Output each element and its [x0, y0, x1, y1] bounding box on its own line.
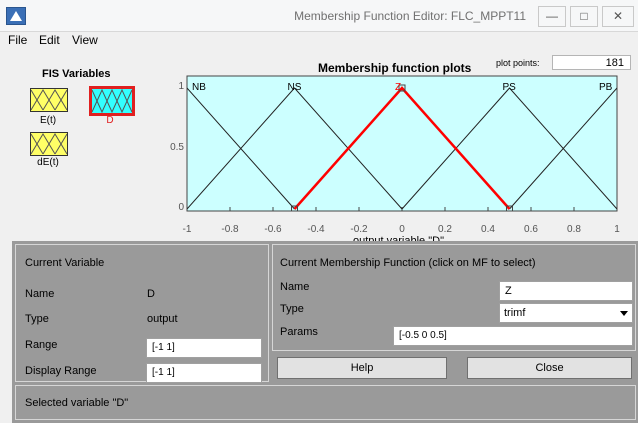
display-range-input[interactable]: [-1 1] [146, 363, 262, 383]
mf-type-value: trimf [504, 307, 526, 319]
current-variable-title: Current Variable [25, 257, 105, 269]
current-mf-title: Current Membership Function (click on MF… [280, 257, 536, 269]
mf-label-nb[interactable]: NB [192, 82, 206, 93]
mf-label-ps[interactable]: PS [503, 82, 516, 93]
mf-type-select[interactable]: trimf [499, 303, 633, 323]
x-tick-label: 0.6 [524, 224, 538, 235]
params-label: Params [280, 326, 318, 338]
x-tick-label: -0.8 [221, 224, 239, 235]
close-button[interactable]: Close [467, 357, 632, 379]
variable-name-value: D [147, 288, 155, 300]
mf-label-ns[interactable]: NS [288, 82, 302, 93]
mf-name-input[interactable]: Z [499, 281, 633, 301]
mf-name-label: Name [280, 281, 310, 293]
y-tick-label: 0.5 [170, 141, 184, 153]
membership-plot[interactable] [0, 0, 638, 250]
x-tick-label: 0.4 [481, 224, 495, 235]
mf-type-label: Type [280, 303, 304, 315]
mf-label-z[interactable]: Z [395, 82, 401, 93]
display-range-label: Display Range [25, 365, 97, 377]
range-label: Range [25, 339, 58, 351]
x-tick-label: 0.8 [567, 224, 581, 235]
x-tick-label: 0.2 [438, 224, 452, 235]
x-tick-label: -0.6 [264, 224, 282, 235]
status-text: Selected variable "D" [25, 397, 129, 409]
x-tick-label: -1 [182, 224, 192, 235]
plot-background [186, 75, 618, 212]
variable-name-label: Name [25, 288, 55, 300]
y-tick-label: 1 [178, 81, 184, 92]
help-button[interactable]: Help [277, 357, 447, 379]
chevron-down-icon [620, 311, 628, 316]
params-input[interactable]: [-0.5 0 0.5] [393, 326, 633, 346]
current-variable-panel: Current Variable Name D Type output Rang… [15, 244, 269, 383]
variable-type-label: Type [25, 313, 49, 325]
mf-label-pb[interactable]: PB [599, 82, 612, 93]
y-tick-label: 0 [178, 202, 184, 213]
status-bar: Selected variable "D" [15, 385, 636, 420]
x-tick-label: -0.2 [350, 224, 368, 235]
x-tick-label: -0.4 [307, 224, 325, 235]
x-tick-label: 1 [614, 224, 620, 235]
x-tick-label: 0 [399, 224, 405, 235]
variable-type-value: output [147, 313, 178, 325]
current-mf-panel: Current Membership Function (click on MF… [272, 244, 636, 351]
bottom-panel: Current Variable Name D Type output Rang… [12, 241, 638, 423]
range-input[interactable]: [-1 1] [146, 338, 262, 358]
